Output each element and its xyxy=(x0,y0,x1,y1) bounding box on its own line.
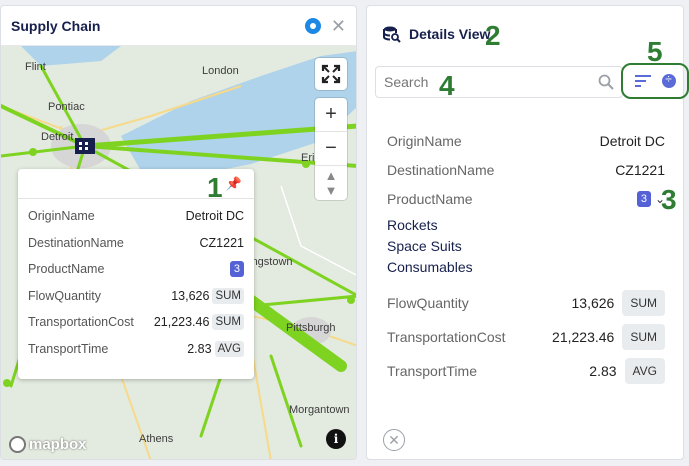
close-icon[interactable]: ✕ xyxy=(383,429,405,451)
map-header: Supply Chain ✕ xyxy=(1,6,356,46)
city-label: Morgantown xyxy=(289,404,350,416)
mapbox-text: mapbox xyxy=(29,436,87,453)
city-label: Detroit xyxy=(41,131,74,143)
row-value: 2.83 xyxy=(187,341,212,356)
detail-row-destination: DestinationName CZ1221 xyxy=(387,155,665,184)
row-value: CZ1221 xyxy=(615,161,665,178)
map-panel: Supply Chain ✕ Flint London Pontiac Detr… xyxy=(0,5,357,460)
row-value: CZ1221 xyxy=(199,235,244,250)
city-label: London xyxy=(202,65,239,77)
annotation-marker: 2 xyxy=(485,20,501,51)
popup-row: FlowQuantity 13,626 SUM xyxy=(28,283,244,310)
annotation-marker: 1 xyxy=(207,172,223,203)
details-title: Details View xyxy=(409,26,491,42)
row-label: TransportationCost xyxy=(28,315,134,330)
popup-row: TransportationCost 21,223.46 SUM xyxy=(28,309,244,336)
zoom-controls: + − ▲ ▼ xyxy=(315,98,347,200)
compass-button[interactable]: ▲ ▼ xyxy=(315,166,347,200)
row-label: OriginName xyxy=(28,209,95,224)
product-item: Space Suits xyxy=(387,238,462,254)
popup-row: ProductName 3 xyxy=(28,256,244,283)
aggregate-button[interactable]: SUM xyxy=(622,290,665,316)
aggregate-badge: SUM xyxy=(212,287,244,304)
popup-row: TransportTime 2.83 AVG xyxy=(28,336,244,363)
city-label: Pittsburgh xyxy=(286,322,336,334)
expand-icon xyxy=(321,64,341,84)
search-input[interactable] xyxy=(384,74,598,90)
row-label: TransportationCost xyxy=(387,329,506,345)
aggregate-badge: SUM xyxy=(212,314,244,331)
popup-row: OriginName Detroit DC xyxy=(28,203,244,230)
fullscreen-button[interactable] xyxy=(315,58,347,90)
product-item: Consumables xyxy=(387,259,473,275)
product-count-badge[interactable]: 3 xyxy=(229,261,244,278)
product-count-badge: 3 xyxy=(636,190,651,207)
row-label: DestinationName xyxy=(28,235,124,250)
aggregate-badge: AVG xyxy=(214,340,244,357)
row-label: ProductName xyxy=(28,262,105,277)
building-icon xyxy=(75,138,95,154)
row-label: TransportTime xyxy=(28,341,109,356)
info-icon[interactable]: i xyxy=(326,429,346,449)
map-canvas[interactable]: Flint London Pontiac Detroit Erie Youngs… xyxy=(1,46,356,459)
row-value: 13,626 xyxy=(171,288,210,303)
toolbar-highlight xyxy=(621,63,689,99)
city-label: Athens xyxy=(139,433,174,445)
detail-row-time: TransportTime 2.83 AVG xyxy=(387,354,665,388)
search-icon[interactable] xyxy=(598,74,614,90)
product-list: Rockets Space Suits Consumables xyxy=(387,213,665,286)
search-box xyxy=(375,66,623,98)
row-value: Detroit DC xyxy=(185,209,244,224)
annotation-marker: 5 xyxy=(647,36,663,67)
city-label: Flint xyxy=(25,61,46,73)
annotation-marker: 3 xyxy=(661,184,677,215)
row-label: OriginName xyxy=(387,132,462,149)
sort-icon[interactable] xyxy=(634,72,651,90)
zoom-in-button[interactable]: + xyxy=(315,98,347,132)
close-icon[interactable]: ✕ xyxy=(331,17,346,35)
location-pin-icon[interactable] xyxy=(304,17,321,34)
row-value: 13,626 xyxy=(571,295,615,311)
mapbox-logo[interactable]: mapbox xyxy=(9,436,87,453)
details-list: OriginName Detroit DC DestinationName CZ… xyxy=(387,126,665,388)
zoom-out-button[interactable]: − xyxy=(315,132,347,166)
divide-icon[interactable] xyxy=(661,72,676,88)
aggregate-button[interactable]: SUM xyxy=(622,324,665,350)
row-value: Detroit DC xyxy=(599,132,665,149)
annotation-marker: 4 xyxy=(439,70,455,101)
row-value: 2.83 xyxy=(589,363,617,379)
row-label: DestinationName xyxy=(387,161,495,178)
details-panel: Details View 2 4 5 OriginName Detroit DC… xyxy=(366,5,689,460)
aggregate-button[interactable]: AVG xyxy=(624,358,665,384)
row-value: 21,223.46 xyxy=(153,315,210,330)
row-label: TransportTime xyxy=(387,363,477,379)
row-label: ProductName xyxy=(387,190,473,207)
detail-row-cost: TransportationCost 21,223.46 SUM xyxy=(387,320,665,354)
popup-row: DestinationName CZ1221 xyxy=(28,230,244,257)
row-label: FlowQuantity xyxy=(387,295,469,311)
detail-row-flow: FlowQuantity 13,626 SUM xyxy=(387,286,665,320)
detail-row-product[interactable]: ProductName 3 ⌄ xyxy=(387,184,665,213)
row-value: 21,223.46 xyxy=(552,329,615,345)
detail-row-origin: OriginName Detroit DC xyxy=(387,126,665,155)
product-item: Rockets xyxy=(387,217,438,233)
pushpin-icon[interactable]: 📌 xyxy=(226,176,242,192)
mapbox-icon xyxy=(9,436,26,453)
row-label: FlowQuantity xyxy=(28,288,101,303)
details-header: Details View xyxy=(367,6,683,62)
database-search-icon xyxy=(383,26,401,43)
map-title: Supply Chain xyxy=(11,17,101,34)
city-label: Pontiac xyxy=(48,101,85,113)
